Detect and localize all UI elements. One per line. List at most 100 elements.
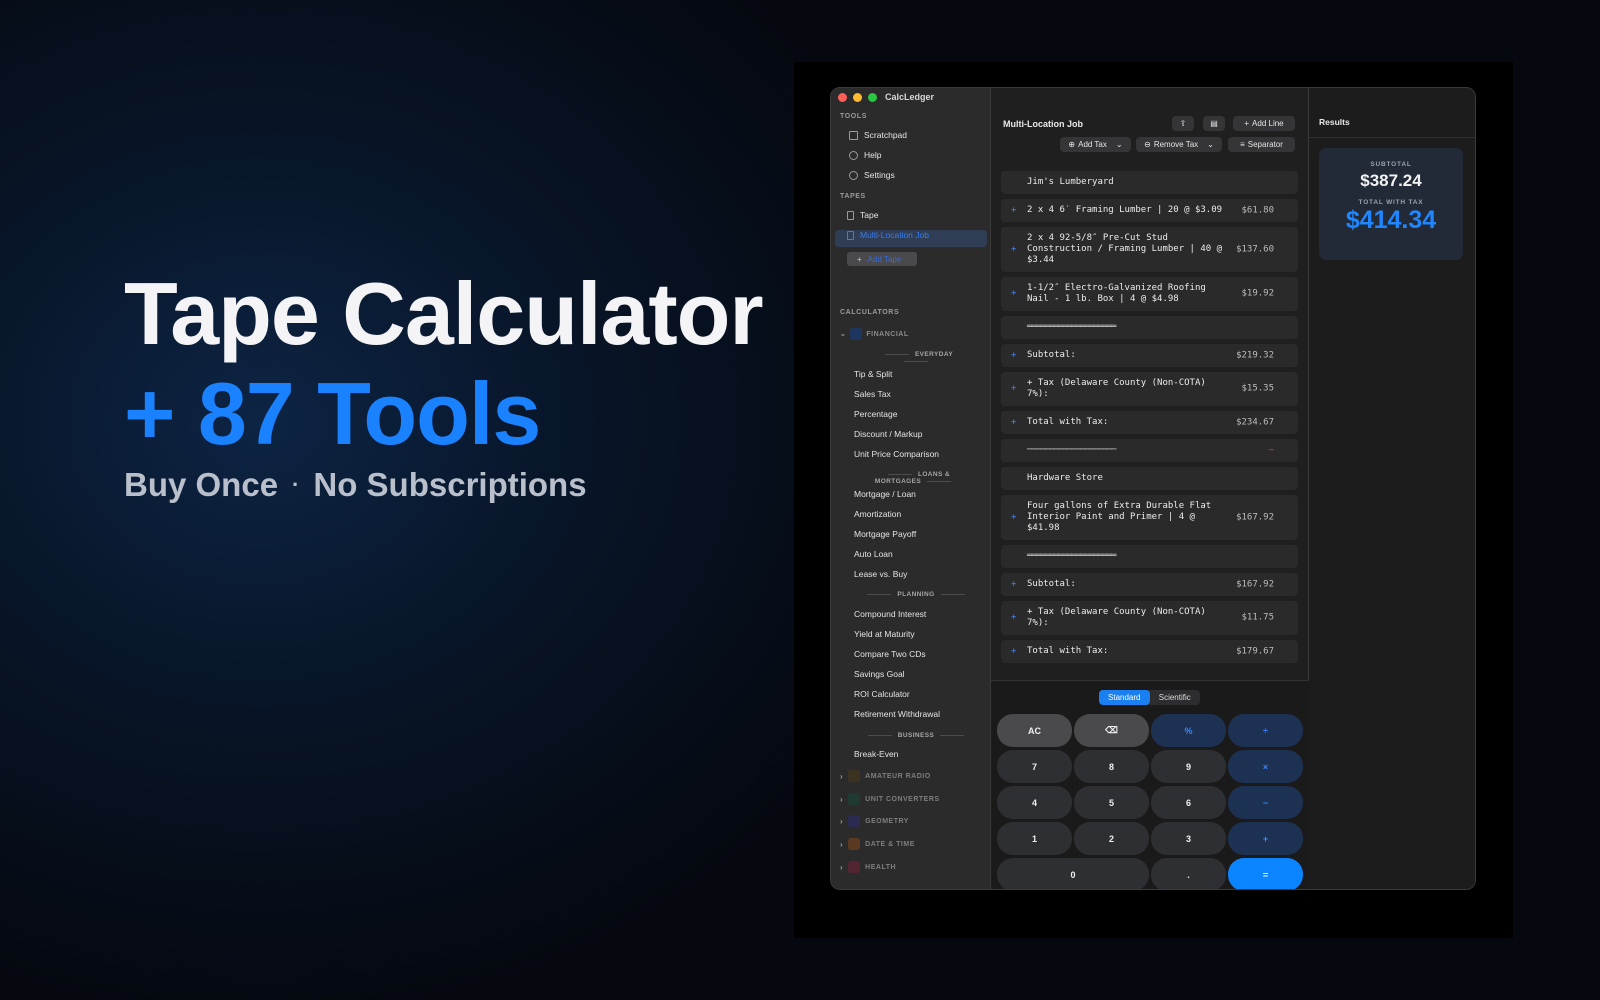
category-date-time[interactable]: › DATE & TIME: [840, 838, 915, 850]
printer-icon: ▤: [1210, 119, 1218, 128]
tape-row-amount: $61.80: [1241, 205, 1274, 215]
sidebar-item-multi-location-job[interactable]: Multi-Location Job: [847, 230, 929, 240]
category-geometry[interactable]: › GEOMETRY: [840, 815, 909, 827]
sidebar-item-tape[interactable]: Tape: [847, 210, 878, 220]
calc-savings-goal[interactable]: Savings Goal: [854, 669, 905, 679]
sidebar-item-help[interactable]: Help: [849, 150, 881, 160]
tape-row[interactable]: + Total with Tax: $179.67: [1001, 640, 1298, 663]
remove-tax-button[interactable]: ⊖ Remove Tax ⌄: [1136, 137, 1222, 152]
key-button[interactable]: 2: [1074, 822, 1149, 855]
tab-scientific[interactable]: Scientific: [1150, 690, 1201, 705]
calc-mortgage-payoff[interactable]: Mortgage Payoff: [854, 529, 916, 539]
calc-discount-markup[interactable]: Discount / Markup: [854, 429, 923, 439]
category-financial[interactable]: ⌄ FINANCIAL: [840, 328, 909, 340]
promo-buy-once: Buy Once: [124, 466, 279, 503]
tape-row[interactable]: + Subtotal: $167.92: [1001, 573, 1298, 596]
print-button[interactable]: ▤: [1203, 116, 1225, 131]
key-button[interactable]: .: [1151, 858, 1226, 889]
subheader-everyday: EVERYDAY: [861, 351, 971, 365]
key-button[interactable]: 5: [1074, 786, 1149, 819]
tape-row[interactable]: Jim's Lumberyard: [1001, 171, 1298, 194]
category-health[interactable]: › HEALTH: [840, 861, 896, 873]
results-title: Results: [1319, 117, 1350, 127]
chevron-right-icon: ›: [840, 862, 844, 872]
sidebar-item-settings[interactable]: Settings: [849, 170, 895, 180]
calc-tip-split[interactable]: Tip & Split: [854, 369, 892, 379]
separator-button[interactable]: ≡ Separator: [1228, 137, 1295, 152]
tape-row[interactable]: ════════════════════: [1001, 316, 1298, 339]
key-button[interactable]: %: [1151, 714, 1226, 747]
key-button[interactable]: 0: [997, 858, 1149, 889]
calc-compound-interest[interactable]: Compound Interest: [854, 609, 926, 619]
calc-yield-maturity[interactable]: Yield at Maturity: [854, 629, 915, 639]
tape-row-amount: $179.67: [1236, 646, 1274, 656]
tape-row[interactable]: + + Tax (Delaware County (Non-COTA) 7%): $…: [1001, 372, 1298, 406]
tape-row-text: ────────────────────: [1027, 445, 1116, 455]
key-button[interactable]: 3: [1151, 822, 1226, 855]
sidebar: CalcLedger TOOLS Scratchpad Help Setting…: [831, 88, 991, 889]
calc-lease-vs-buy[interactable]: Lease vs. Buy: [854, 569, 907, 579]
calc-percentage[interactable]: Percentage: [854, 409, 897, 419]
sidebar-item-scratchpad[interactable]: Scratchpad: [849, 130, 907, 140]
tape-row[interactable]: + Subtotal: $219.32: [1001, 344, 1298, 367]
plus-icon: +: [1011, 512, 1017, 522]
calc-break-even[interactable]: Break-Even: [854, 749, 898, 759]
calculators-header: CALCULATORS: [840, 309, 900, 316]
calc-unit-price[interactable]: Unit Price Comparison: [854, 449, 939, 459]
key-button[interactable]: ⌫: [1074, 714, 1149, 747]
tape-row[interactable]: ════════════════════: [1001, 545, 1298, 568]
key-button[interactable]: 8: [1074, 750, 1149, 783]
calc-mortgage-loan[interactable]: Mortgage / Loan: [854, 489, 916, 499]
add-line-button[interactable]: + Add Line: [1233, 116, 1295, 131]
calc-sales-tax[interactable]: Sales Tax: [854, 389, 891, 399]
category-unit-converters[interactable]: › UNIT CONVERTERS: [840, 793, 940, 805]
tape-row[interactable]: + Total with Tax: $234.67: [1001, 411, 1298, 434]
tape-row-text: + Tax (Delaware County (Non-COTA) 7%):: [1027, 378, 1206, 399]
calc-retirement-withdrawal[interactable]: Retirement Withdrawal: [854, 709, 940, 719]
key-button[interactable]: =: [1228, 858, 1303, 889]
category-amateur-radio[interactable]: › AMATEUR RADIO: [840, 770, 931, 782]
calc-roi[interactable]: ROI Calculator: [854, 689, 910, 699]
calc-compare-cds[interactable]: Compare Two CDs: [854, 649, 926, 659]
minimize-button[interactable]: [853, 93, 862, 102]
key-button[interactable]: 6: [1151, 786, 1226, 819]
tape-row[interactable]: ──────────────────── –: [1001, 439, 1298, 462]
key-button[interactable]: ×: [1228, 750, 1303, 783]
sidebar-item-label: Tape: [860, 210, 879, 220]
tape-row[interactable]: +2 x 4 92-5/8″ Pre-Cut Stud Construction…: [1001, 227, 1298, 272]
key-button[interactable]: 7: [997, 750, 1072, 783]
tape-row[interactable]: + Four gallons of Extra Durable Flat Inte…: [1001, 495, 1298, 540]
key-button[interactable]: −: [1228, 786, 1303, 819]
close-button[interactable]: [838, 93, 847, 102]
key-button[interactable]: 1: [997, 822, 1072, 855]
calc-auto-loan[interactable]: Auto Loan: [854, 549, 893, 559]
geometry-icon: [848, 815, 861, 827]
calc-amortization[interactable]: Amortization: [854, 509, 901, 519]
ruler-icon: [848, 793, 861, 805]
lines-icon: ≡: [1240, 140, 1245, 149]
chevron-down-icon: ⌄: [1115, 140, 1123, 149]
key-button[interactable]: AC: [997, 714, 1072, 747]
share-icon: ⇪: [1179, 119, 1187, 128]
tape-row[interactable]: +2 x 4 6′ Framing Lumber | 20 @ $3.09 $61…: [1001, 199, 1298, 222]
results-card: SUBTOTAL $387.24 TOTAL WITH TAX $414.34: [1319, 148, 1463, 260]
key-button[interactable]: +: [1228, 822, 1303, 855]
tape-row[interactable]: Hardware Store: [1001, 467, 1298, 490]
tape-row[interactable]: +1-1/2″ Electro-Galvanized Roofing Nail …: [1001, 277, 1298, 311]
tape-row-text: Subtotal:: [1027, 579, 1076, 589]
share-button[interactable]: ⇪: [1172, 116, 1194, 131]
category-label: UNIT CONVERTERS: [865, 795, 940, 803]
add-tax-button[interactable]: ⊕ Add Tax ⌄: [1060, 137, 1131, 152]
add-tape-button[interactable]: + Add Tape: [847, 252, 917, 266]
tape-row[interactable]: + + Tax (Delaware County (Non-COTA) 7%): $…: [1001, 601, 1298, 635]
zoom-button[interactable]: [868, 93, 877, 102]
key-button[interactable]: ÷: [1228, 714, 1303, 747]
sidebar-item-label: Multi-Location Job: [860, 230, 929, 240]
promo-headline: Tape Calculator + 87 Tools Buy Once · No…: [124, 270, 764, 504]
key-button[interactable]: 9: [1151, 750, 1226, 783]
tapes-header: TAPES: [840, 193, 866, 200]
help-icon: [849, 150, 858, 160]
tab-standard[interactable]: Standard: [1099, 690, 1150, 705]
key-button[interactable]: 4: [997, 786, 1072, 819]
plus-circle-icon: ⊕: [1068, 140, 1076, 149]
